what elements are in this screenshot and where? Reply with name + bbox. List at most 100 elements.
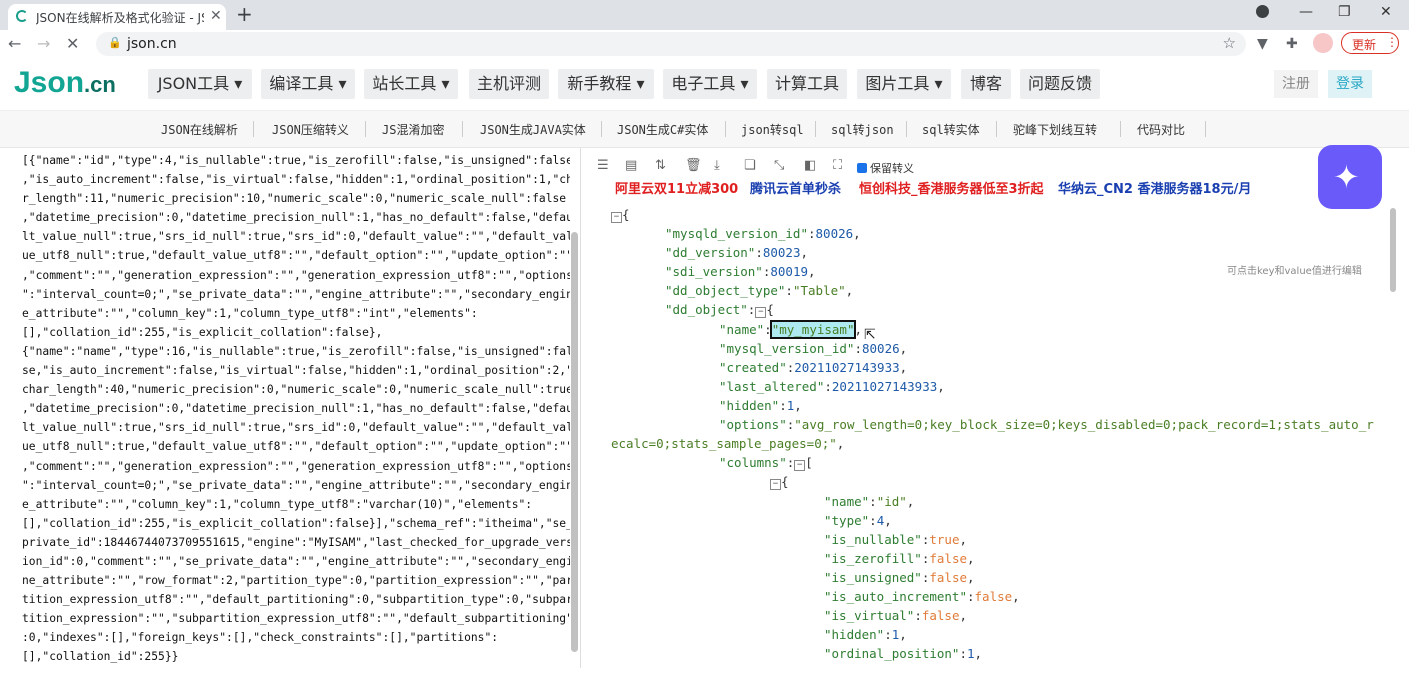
collapse-icon[interactable]: − xyxy=(770,479,781,490)
left-scrollbar[interactable] xyxy=(571,232,578,652)
nav-tutorials[interactable]: 新手教程 ▾ xyxy=(558,69,654,99)
collapse-icon[interactable]: − xyxy=(611,212,622,223)
nav-electronic-tools[interactable]: 电子工具 ▾ xyxy=(663,69,757,99)
collapse-icon[interactable]: − xyxy=(794,460,806,471)
maximize-icon[interactable]: ❐ xyxy=(1338,4,1351,20)
subnav-json-parse[interactable]: JSON在线解析 xyxy=(161,121,238,138)
subnav-json-to-java[interactable]: JSON生成JAVA实体 xyxy=(480,121,586,138)
editor-line: [],"collation_id":255,"is_explicit_colla… xyxy=(22,516,570,530)
nav-image-tools[interactable]: 图片工具 ▾ xyxy=(857,69,951,99)
editor-line: ":"interval_count=0;","se_private_data":… xyxy=(22,287,570,301)
close-tab-icon[interactable]: ✕ xyxy=(210,8,222,24)
site-logo[interactable]: Json.cn xyxy=(14,66,116,100)
tree-row[interactable]: "dd_object_type":"Table", xyxy=(665,283,853,299)
tree-row[interactable]: "created":20211027143933, xyxy=(719,360,907,376)
tree-row-wrap[interactable]: ecalc=0;stats_sample_pages=0;", xyxy=(611,436,844,452)
app-logo-icon[interactable]: ✦ xyxy=(1318,145,1382,209)
editor-line: ion_id":0,"comment":"","se_private_data"… xyxy=(22,554,570,568)
tree-row[interactable]: "sdi_version":80019, xyxy=(665,264,816,280)
copy-icon[interactable]: ❏ xyxy=(744,158,756,173)
nav-blog[interactable]: 博客 xyxy=(961,69,1011,99)
collapse-icon[interactable]: − xyxy=(755,307,767,318)
media-control-icon[interactable] xyxy=(1256,5,1269,18)
tree-row[interactable]: "is_unsigned":false, xyxy=(824,570,975,586)
extensions-puzzle-icon[interactable]: ✚ xyxy=(1286,36,1298,52)
editor-line: e_attribute":"","column_key":1,"column_t… xyxy=(22,497,533,511)
forward-icon[interactable]: → xyxy=(37,34,50,53)
nav-json-tools[interactable]: JSON工具 ▾ xyxy=(148,69,252,99)
close-window-icon[interactable]: ✕ xyxy=(1380,4,1392,20)
sort-icon[interactable]: ⇅ xyxy=(655,158,666,173)
nav-host-review[interactable]: 主机评测 xyxy=(469,69,549,99)
tree-row[interactable]: "columns": −[ xyxy=(719,455,813,471)
tree-row[interactable]: "dd_object": −{ xyxy=(665,302,774,318)
selected-value[interactable]: "my_myisam" xyxy=(769,320,857,339)
nav-feedback[interactable]: 问题反馈 xyxy=(1020,69,1100,99)
subnav-json-to-csharp[interactable]: JSON生成C#实体 xyxy=(617,121,708,138)
tree-row[interactable]: −{ xyxy=(770,474,789,490)
editor-line: ne_attribute":"","row_format":2,"partiti… xyxy=(22,574,570,588)
extension-v-icon[interactable]: ▼ xyxy=(1257,36,1268,52)
editor-line: lt_value_null":true,"srs_id_null":true,"… xyxy=(22,230,570,244)
tree-row[interactable]: "name":"my_myisam", xyxy=(719,320,862,339)
tree-row[interactable]: "mysqld_version_id":80026, xyxy=(665,226,861,242)
signup-button[interactable]: 注册 xyxy=(1274,70,1318,98)
tree-row[interactable]: "hidden":1, xyxy=(824,627,907,643)
tree-row[interactable]: "is_zerofill":false, xyxy=(824,551,975,567)
tree-row[interactable]: "last_altered":20211027143933, xyxy=(719,379,945,395)
subnav-js-obfuscate[interactable]: JS混淆加密 xyxy=(382,121,444,138)
nav-webmaster-tools[interactable]: 站长工具 ▾ xyxy=(364,69,458,99)
json-input-editor[interactable]: [{"name":"id","type":4,"is_nullable":tru… xyxy=(22,151,570,667)
ad-link-aliyun[interactable]: 阿里云双11立减300 xyxy=(615,178,738,197)
subnav-sql-to-json[interactable]: sql转json xyxy=(831,121,894,138)
browser-tab-bar: JSON在线解析及格式化验证 - JS ✕ + — ❐ ✕ xyxy=(0,0,1409,30)
editor-line: ,"comment":"","generation_expression":""… xyxy=(22,268,570,282)
tree-row[interactable]: "dd_version":80023, xyxy=(665,245,808,261)
back-icon[interactable]: ← xyxy=(8,34,21,53)
new-tab-icon[interactable]: + xyxy=(236,2,253,26)
compress-icon[interactable]: ⤡ xyxy=(774,158,784,173)
tree-row[interactable]: "is_auto_increment":false, xyxy=(824,589,1020,605)
editor-line: ,"is_auto_increment":false,"is_virtual":… xyxy=(22,173,570,187)
nav-calc-tools[interactable]: 计算工具 xyxy=(767,69,847,99)
reload-icon[interactable]: ✕ xyxy=(66,34,79,53)
address-bar[interactable]: 🔒 json.cn ☆ xyxy=(96,32,1246,56)
right-scrollbar[interactable] xyxy=(1390,208,1396,292)
tree-row[interactable]: "is_nullable":true, xyxy=(824,532,967,548)
delete-icon[interactable]: 🗑 xyxy=(685,158,702,173)
keep-escape-checkbox[interactable]: 保留转义 xyxy=(857,160,914,176)
file-icon[interactable]: ▤ xyxy=(625,158,637,173)
tree-row[interactable]: "mysql_version_id":80026, xyxy=(719,341,907,357)
subnav-json-compress[interactable]: JSON压缩转义 xyxy=(272,121,349,138)
tree-row[interactable]: "name":"id", xyxy=(824,494,914,510)
ad-link-huanayun[interactable]: 华纳云_CN2 香港服务器18元/月 xyxy=(1058,178,1251,197)
tree-row[interactable]: "is_virtual":false, xyxy=(824,608,967,624)
database-icon[interactable]: ☰ xyxy=(597,158,609,173)
tree-row[interactable]: "ordinal_position":1, xyxy=(824,646,982,662)
profile-avatar[interactable] xyxy=(1313,33,1333,53)
lock-icon[interactable]: 🔒 xyxy=(108,36,122,49)
subnav-camel-underscore[interactable]: 驼峰下划线互转 xyxy=(1013,121,1097,138)
subnav-sql-to-entity[interactable]: sql转实体 xyxy=(922,121,980,138)
ad-link-tencent[interactable]: 腾讯云首单秒杀 xyxy=(750,178,841,197)
nav-compile-tools[interactable]: 编译工具 ▾ xyxy=(261,69,355,99)
ad-link-hengchuang[interactable]: 恒创科技_香港服务器低至3折起 xyxy=(859,178,1044,197)
checkbox-checked-icon[interactable] xyxy=(857,163,867,173)
back-arrow-icon[interactable]: ◧ xyxy=(804,158,816,173)
login-button[interactable]: 登录 xyxy=(1328,70,1372,98)
subnav-json-to-sql[interactable]: json转sql xyxy=(741,121,804,138)
sub-navigation: JSON在线解析 JSON压缩转义 JS混淆加密 JSON生成JAVA实体 JS… xyxy=(0,111,1409,148)
browser-tab[interactable]: JSON在线解析及格式化验证 - JS ✕ xyxy=(8,4,226,30)
tree-row[interactable]: "options":"avg_row_length=0;key_block_si… xyxy=(719,417,1374,433)
tree-row[interactable]: "type":4, xyxy=(824,513,892,529)
pane-divider[interactable] xyxy=(580,148,581,668)
tree-root[interactable]: −{ xyxy=(611,207,630,223)
minimize-icon[interactable]: — xyxy=(1299,4,1313,20)
fullscreen-icon[interactable]: ⛶ xyxy=(833,158,842,173)
subnav-code-diff[interactable]: 代码对比 xyxy=(1137,121,1185,138)
update-button[interactable]: 更新 ⋮ xyxy=(1341,32,1399,54)
download-icon[interactable]: ⤓ xyxy=(714,158,720,173)
bookmark-star-icon[interactable]: ☆ xyxy=(1223,34,1236,52)
editor-line: ue_utf8_null":true,"default_value_utf8":… xyxy=(22,440,570,454)
tree-row[interactable]: "hidden":1, xyxy=(719,398,802,414)
